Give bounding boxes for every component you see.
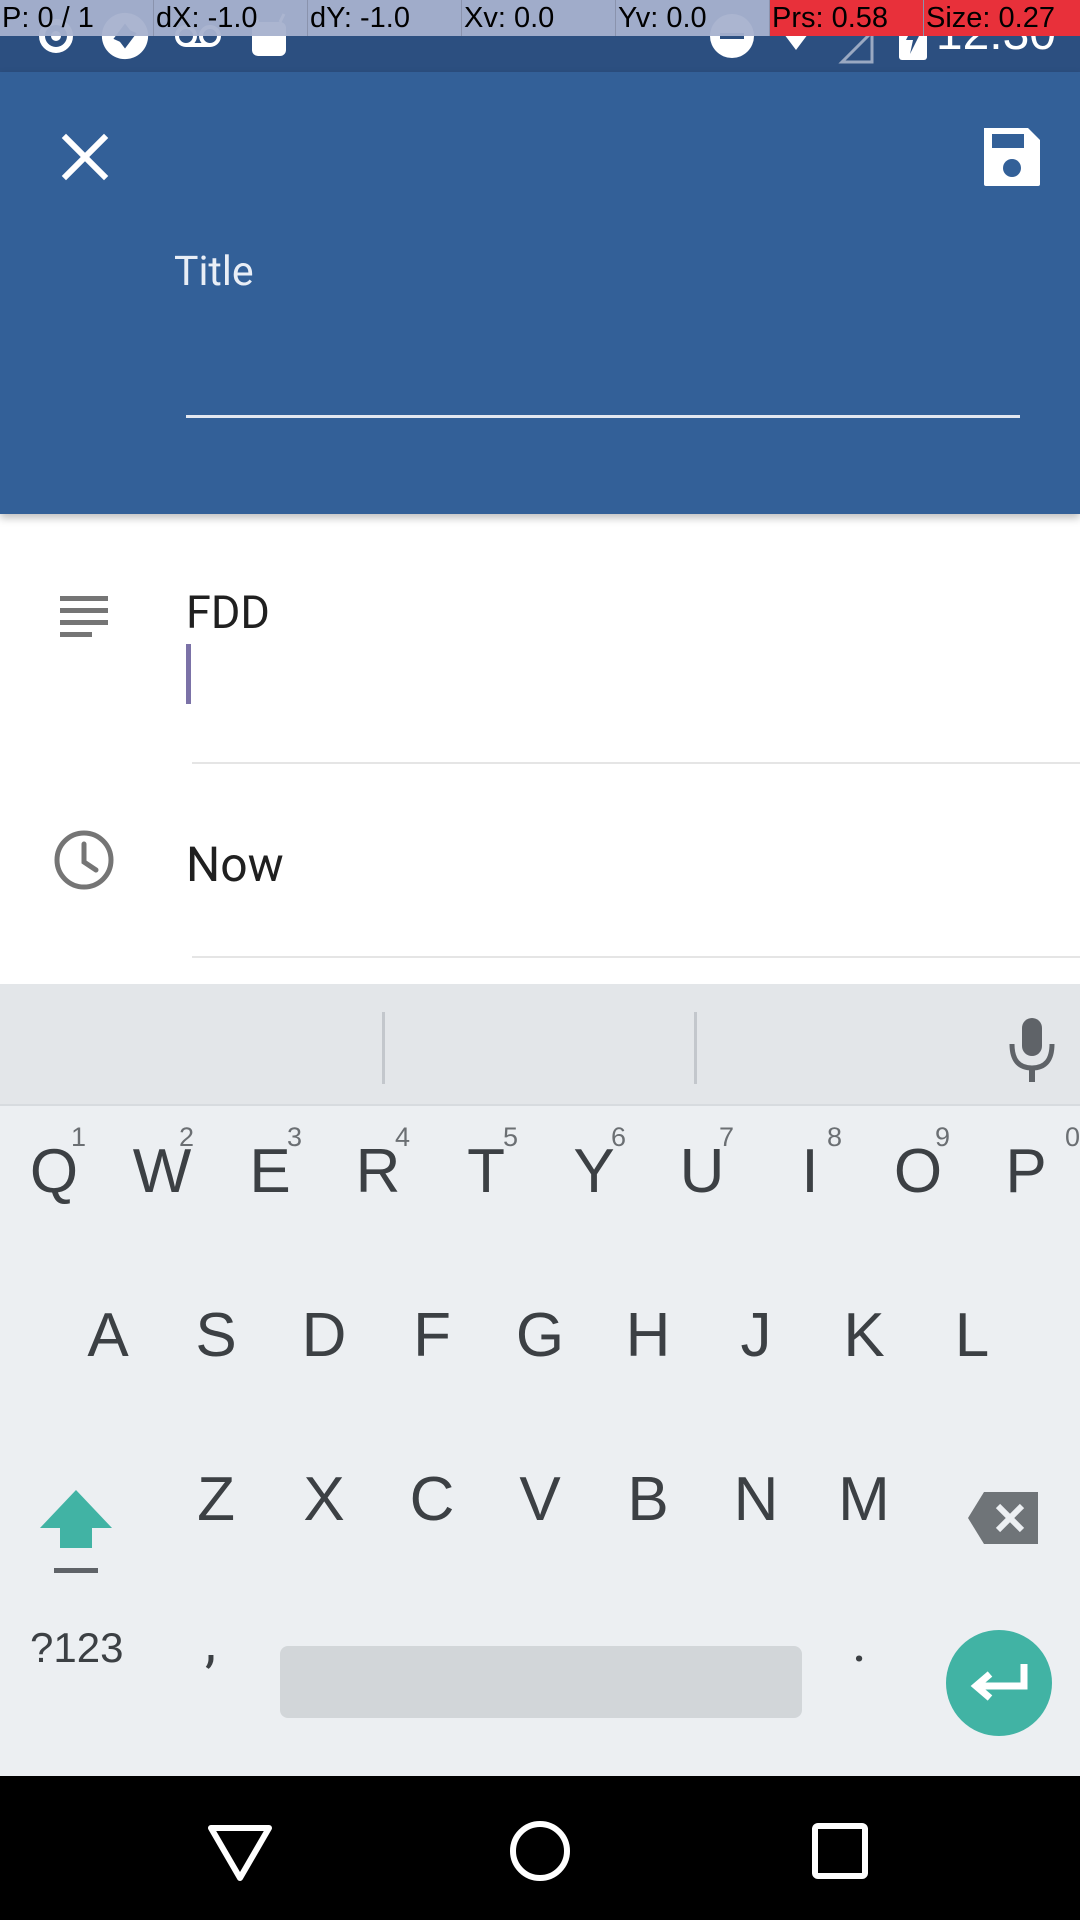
suggestion-strip <box>0 984 1080 1106</box>
key-g[interactable]: G <box>490 1276 590 1396</box>
period-key[interactable]: . <box>852 1609 867 1675</box>
enter-button[interactable] <box>946 1630 1052 1736</box>
key-z[interactable]: Z <box>166 1440 266 1560</box>
key-p[interactable]: P0 <box>976 1112 1080 1232</box>
clock-icon <box>54 830 114 890</box>
save-icon[interactable] <box>966 112 1056 202</box>
overlay-xv: Xv: 0.0 <box>462 0 616 36</box>
description-divider <box>192 762 1080 764</box>
suggestion-divider <box>694 1012 697 1084</box>
key-s[interactable]: S <box>166 1276 266 1396</box>
comma-key[interactable]: , <box>205 1609 216 1675</box>
overlay-yv: Yv: 0.0 <box>616 0 770 36</box>
title-input[interactable] <box>186 318 1020 418</box>
key-q[interactable]: Q1 <box>4 1112 104 1232</box>
key-c[interactable]: C <box>382 1440 482 1560</box>
key-b[interactable]: B <box>598 1440 698 1560</box>
back-icon[interactable] <box>205 1816 275 1886</box>
key-r[interactable]: R4 <box>328 1112 428 1232</box>
edit-app-bar: Title <box>0 72 1080 514</box>
description-field[interactable]: FDD <box>186 586 270 639</box>
microphone-icon[interactable] <box>1002 1014 1062 1084</box>
key-d[interactable]: D <box>274 1276 374 1396</box>
title-label: Title <box>174 248 254 296</box>
key-x[interactable]: X <box>274 1440 374 1560</box>
close-icon[interactable] <box>40 112 130 202</box>
key-u[interactable]: U7 <box>652 1112 752 1232</box>
home-icon[interactable] <box>505 1816 575 1886</box>
key-l[interactable]: L <box>922 1276 1022 1396</box>
key-o[interactable]: O9 <box>868 1112 968 1232</box>
key-i[interactable]: I8 <box>760 1112 860 1232</box>
pointer-location-overlay: P: 0 / 1 dX: -1.0 dY: -1.0 Xv: 0.0 Yv: 0… <box>0 0 1080 36</box>
key-n[interactable]: N <box>706 1440 806 1560</box>
overlay-pointer-count: P: 0 / 1 <box>0 0 154 36</box>
key-t[interactable]: T5 <box>436 1112 536 1232</box>
notes-icon <box>60 596 108 637</box>
key-v[interactable]: V <box>490 1440 590 1560</box>
suggestion-divider <box>382 1012 385 1084</box>
symbols-key[interactable]: ?123 <box>30 1624 123 1672</box>
overlay-dy: dY: -1.0 <box>308 0 462 36</box>
backspace-icon[interactable] <box>966 1488 1042 1548</box>
key-f[interactable]: F <box>382 1276 482 1396</box>
key-j[interactable]: J <box>706 1276 806 1396</box>
time-field[interactable]: Now <box>186 836 284 893</box>
key-h[interactable]: H <box>598 1276 698 1396</box>
space-bar[interactable] <box>280 1646 802 1718</box>
enter-icon <box>970 1664 1028 1701</box>
key-a[interactable]: A <box>58 1276 158 1396</box>
navigation-bar <box>0 1776 1080 1920</box>
shift-icon[interactable] <box>36 1484 116 1584</box>
overlay-size: Size: 0.27 <box>924 0 1080 36</box>
key-e[interactable]: E3 <box>220 1112 320 1232</box>
text-cursor <box>186 644 191 704</box>
key-k[interactable]: K <box>814 1276 914 1396</box>
key-w[interactable]: W2 <box>112 1112 212 1232</box>
recents-icon[interactable] <box>805 1816 875 1886</box>
overlay-pressure: Prs: 0.58 <box>770 0 924 36</box>
key-y[interactable]: Y6 <box>544 1112 644 1232</box>
key-m[interactable]: M <box>814 1440 914 1560</box>
soft-keyboard: Q1 W2 E3 R4 T5 Y6 U7 I8 O9 P0 A S D F G … <box>0 984 1080 1776</box>
overlay-dx: dX: -1.0 <box>154 0 308 36</box>
time-divider <box>192 956 1080 958</box>
